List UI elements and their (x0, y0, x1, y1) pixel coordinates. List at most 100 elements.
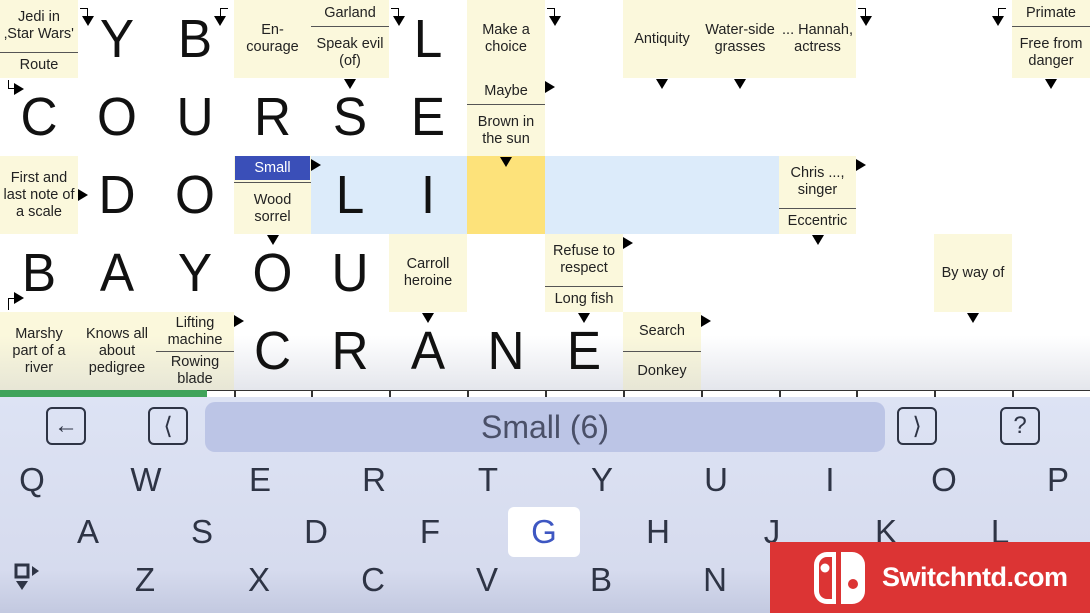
clue-text[interactable]: First and last note of a scale (0, 156, 78, 234)
clue-text[interactable]: Donkey (623, 351, 701, 390)
grid-cell[interactable] (701, 312, 780, 391)
clue-text[interactable]: Refuse to respect (545, 234, 623, 286)
clue-text[interactable]: En-courage (234, 0, 311, 78)
grid-cell[interactable]: U (156, 78, 235, 157)
clue-text[interactable]: Knows all about pedigree (78, 312, 156, 390)
grid-cell[interactable]: C (234, 312, 312, 391)
clue-text[interactable]: Free from danger (1012, 26, 1090, 78)
clue-text[interactable]: Wood sorrel (234, 182, 311, 234)
clue-text[interactable]: By way of (934, 234, 1012, 312)
clue-text[interactable]: Water-side grasses (701, 0, 779, 78)
key-n[interactable]: N (679, 555, 751, 605)
key-b[interactable]: B (565, 555, 637, 605)
grid-cell[interactable] (545, 156, 624, 235)
grid-cell[interactable] (934, 156, 1013, 235)
grid-cell[interactable]: O (78, 78, 157, 157)
clue-text[interactable]: Eccentric (779, 208, 856, 234)
key-s[interactable]: S (166, 507, 238, 557)
grid-cell[interactable] (701, 234, 780, 313)
grid-cell[interactable]: C (0, 78, 79, 157)
clue-text[interactable]: Antiquity (623, 0, 701, 78)
key-f[interactable]: F (394, 507, 466, 557)
key-a[interactable]: A (52, 507, 124, 557)
grid-cell[interactable]: Y (78, 0, 157, 79)
grid-cell[interactable] (934, 0, 1013, 79)
key-d[interactable]: D (280, 507, 352, 557)
grid-cell[interactable] (1012, 78, 1090, 157)
clue-text[interactable]: Route (0, 52, 78, 78)
clue-text[interactable]: Speak evil (of) (311, 26, 389, 78)
key-r[interactable]: R (338, 455, 410, 505)
key-v[interactable]: V (451, 555, 523, 605)
grid-cell[interactable] (856, 234, 935, 313)
grid-cell[interactable]: D (78, 156, 157, 235)
grid-cell[interactable] (934, 312, 1013, 391)
back-button[interactable]: ← (46, 407, 86, 445)
clue-text[interactable]: Long fish (545, 286, 623, 312)
grid-cell[interactable] (856, 0, 935, 79)
grid-cell[interactable] (856, 312, 935, 391)
grid-cell[interactable] (856, 78, 935, 157)
key-t[interactable]: T (452, 455, 524, 505)
clue-text[interactable]: ... Hannah, actress (779, 0, 856, 78)
grid-cell[interactable]: L (311, 156, 390, 235)
previous-clue-button[interactable]: ⟨ (148, 407, 188, 445)
keyboard-layout-icon[interactable] (14, 563, 50, 593)
key-q[interactable]: Q (0, 455, 68, 505)
key-g[interactable]: G (508, 507, 580, 557)
grid-cell[interactable] (856, 156, 935, 235)
clue-text[interactable]: Marshy part of a river (0, 312, 78, 390)
grid-cell[interactable] (467, 234, 546, 313)
grid-cell[interactable]: I (389, 156, 468, 235)
clue-text[interactable]: Small (235, 156, 310, 180)
grid-cell[interactable] (1012, 156, 1090, 235)
grid-cell[interactable] (623, 78, 702, 157)
clue-text[interactable]: Maybe (467, 78, 545, 104)
grid-cell[interactable] (701, 78, 780, 157)
grid-cell[interactable]: B (0, 234, 79, 313)
grid-cell[interactable]: S (311, 78, 390, 157)
grid-cell[interactable] (1012, 234, 1090, 313)
grid-cell[interactable] (545, 78, 624, 157)
clue-text[interactable]: Rowing blade (156, 351, 234, 390)
grid-cell[interactable]: R (234, 78, 312, 157)
grid-cell[interactable]: U (311, 234, 390, 313)
grid-cell[interactable]: O (234, 234, 312, 313)
key-c[interactable]: C (337, 555, 409, 605)
grid-cell[interactable] (1012, 312, 1090, 391)
grid-cell[interactable] (779, 234, 857, 313)
grid-cell[interactable] (779, 312, 857, 391)
key-i[interactable]: I (794, 455, 866, 505)
grid-cell[interactable]: A (78, 234, 157, 313)
grid-cell[interactable]: E (389, 78, 468, 157)
clue-text[interactable]: Jedi in ‚Star Wars' (0, 0, 78, 52)
clue-text[interactable]: Make a choice (467, 0, 545, 78)
grid-cell[interactable]: R (311, 312, 390, 391)
key-z[interactable]: Z (109, 555, 181, 605)
key-h[interactable]: H (622, 507, 694, 557)
grid-cell[interactable] (934, 78, 1013, 157)
clue-text[interactable]: Brown in the sun (467, 104, 545, 156)
grid-cell[interactable] (623, 234, 702, 313)
next-clue-button[interactable]: ⟩ (897, 407, 937, 445)
grid-cell[interactable]: N (467, 312, 546, 391)
grid-cell[interactable]: A (389, 312, 468, 391)
grid-cell[interactable]: E (545, 312, 624, 391)
grid-cell[interactable]: L (389, 0, 468, 79)
grid-cell[interactable]: O (156, 156, 235, 235)
clue-text[interactable]: Carroll heroine (389, 234, 467, 312)
key-w[interactable]: W (110, 455, 182, 505)
grid-cell[interactable]: B (156, 0, 235, 79)
key-y[interactable]: Y (566, 455, 638, 505)
key-u[interactable]: U (680, 455, 752, 505)
key-p[interactable]: P (1022, 455, 1090, 505)
grid-cell[interactable]: Y (156, 234, 235, 313)
grid-cell[interactable] (623, 156, 702, 235)
key-o[interactable]: O (908, 455, 980, 505)
key-x[interactable]: X (223, 555, 295, 605)
clue-text[interactable]: Garland (311, 0, 389, 26)
clue-text[interactable]: Search (623, 312, 701, 351)
help-button[interactable]: ? (1000, 407, 1040, 445)
clue-text[interactable]: Lifting machine (156, 312, 234, 351)
clue-text[interactable]: Primate (1012, 0, 1090, 26)
